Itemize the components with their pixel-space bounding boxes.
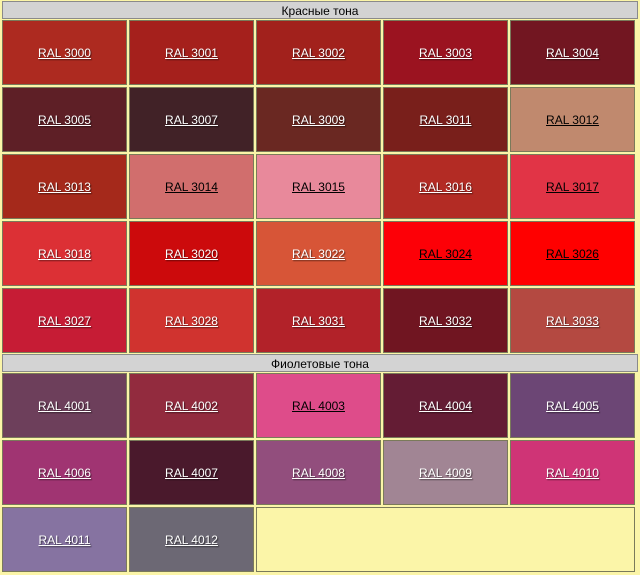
swatch-label: RAL 4011: [38, 532, 91, 547]
swatch-label: RAL 3005: [38, 112, 91, 127]
swatch-ral-3003[interactable]: RAL 3003: [383, 20, 508, 85]
swatch-label: RAL 3009: [292, 112, 345, 127]
swatch-ral-4008[interactable]: RAL 4008: [256, 440, 381, 505]
swatch-label: RAL 4006: [38, 465, 91, 480]
swatch-label: RAL 3016: [419, 179, 472, 194]
swatch-label: RAL 4009: [419, 465, 472, 480]
swatch-label: RAL 3018: [38, 246, 91, 261]
swatch-ral-3012[interactable]: RAL 3012: [510, 87, 635, 152]
swatch-label: RAL 3022: [292, 246, 345, 261]
swatch-label: RAL 3033: [546, 313, 599, 328]
swatch-ral-3009[interactable]: RAL 3009: [256, 87, 381, 152]
swatch-label: RAL 3014: [165, 179, 218, 194]
swatch-ral-4010[interactable]: RAL 4010: [510, 440, 635, 505]
swatch-grid-red: RAL 3000 RAL 3001 RAL 3002 RAL 3003 RAL …: [2, 20, 638, 353]
swatch-label: RAL 3015: [292, 179, 345, 194]
swatch-ral-3017[interactable]: RAL 3017: [510, 154, 635, 219]
swatch-label: RAL 4004: [419, 398, 472, 413]
swatch-label: RAL 4012: [165, 532, 218, 547]
swatch-ral-4004[interactable]: RAL 4004: [383, 373, 508, 438]
swatch-ral-4011[interactable]: RAL 4011: [2, 507, 127, 572]
swatch-label: RAL 3013: [38, 179, 91, 194]
swatch-ral-3018[interactable]: RAL 3018: [2, 221, 127, 286]
swatch-label: RAL 3011: [419, 112, 472, 127]
swatch-ral-4009[interactable]: RAL 4009: [383, 440, 508, 505]
swatch-label: RAL 3032: [419, 313, 472, 328]
swatch-label: RAL 3001: [165, 45, 218, 60]
swatch-ral-4001[interactable]: RAL 4001: [2, 373, 127, 438]
swatch-label: RAL 3024: [419, 246, 472, 261]
swatch-ral-3011[interactable]: RAL 3011: [383, 87, 508, 152]
swatch-ral-3007[interactable]: RAL 3007: [129, 87, 254, 152]
empty-grid-cell: [256, 507, 635, 572]
swatch-ral-3005[interactable]: RAL 3005: [2, 87, 127, 152]
swatch-label: RAL 4001: [38, 398, 91, 413]
swatch-ral-4012[interactable]: RAL 4012: [129, 507, 254, 572]
swatch-ral-3001[interactable]: RAL 3001: [129, 20, 254, 85]
swatch-label: RAL 3026: [546, 246, 599, 261]
swatch-label: RAL 3020: [165, 246, 218, 261]
swatch-ral-3027[interactable]: RAL 3027: [2, 288, 127, 353]
swatch-ral-3004[interactable]: RAL 3004: [510, 20, 635, 85]
swatch-ral-3015[interactable]: RAL 3015: [256, 154, 381, 219]
swatch-ral-3013[interactable]: RAL 3013: [2, 154, 127, 219]
swatch-ral-3014[interactable]: RAL 3014: [129, 154, 254, 219]
swatch-label: RAL 3017: [546, 179, 599, 194]
swatch-ral-4005[interactable]: RAL 4005: [510, 373, 635, 438]
swatch-label: RAL 3007: [165, 112, 218, 127]
swatch-label: RAL 3003: [419, 45, 472, 60]
swatch-label: RAL 4003: [292, 398, 345, 413]
swatch-label: RAL 3000: [38, 45, 91, 60]
swatch-ral-3028[interactable]: RAL 3028: [129, 288, 254, 353]
swatch-grid-violet: RAL 4001 RAL 4002 RAL 4003 RAL 4004 RAL …: [2, 373, 638, 572]
swatch-ral-3016[interactable]: RAL 3016: [383, 154, 508, 219]
swatch-label: RAL 4007: [165, 465, 218, 480]
section-header-red: Красные тона: [2, 1, 638, 19]
swatch-ral-3033[interactable]: RAL 3033: [510, 288, 635, 353]
swatch-ral-3026[interactable]: RAL 3026: [510, 221, 635, 286]
swatch-ral-3002[interactable]: RAL 3002: [256, 20, 381, 85]
swatch-label: RAL 4002: [165, 398, 218, 413]
swatch-label: RAL 3028: [165, 313, 218, 328]
swatch-ral-3000[interactable]: RAL 3000: [2, 20, 127, 85]
swatch-ral-3024[interactable]: RAL 3024: [383, 221, 508, 286]
swatch-label: RAL 3012: [546, 112, 599, 127]
section-header-violet: Фиолетовые тона: [2, 354, 638, 372]
swatch-ral-3031[interactable]: RAL 3031: [256, 288, 381, 353]
swatch-label: RAL 3031: [292, 313, 345, 328]
swatch-label: RAL 4010: [546, 465, 599, 480]
swatch-ral-3020[interactable]: RAL 3020: [129, 221, 254, 286]
color-palette: Красные тона RAL 3000 RAL 3001 RAL 3002 …: [2, 1, 638, 573]
swatch-label: RAL 3027: [38, 313, 91, 328]
swatch-ral-3022[interactable]: RAL 3022: [256, 221, 381, 286]
swatch-ral-4003[interactable]: RAL 4003: [256, 373, 381, 438]
swatch-ral-4007[interactable]: RAL 4007: [129, 440, 254, 505]
swatch-label: RAL 4005: [546, 398, 599, 413]
swatch-ral-4002[interactable]: RAL 4002: [129, 373, 254, 438]
swatch-ral-3032[interactable]: RAL 3032: [383, 288, 508, 353]
swatch-label: RAL 4008: [292, 465, 345, 480]
swatch-label: RAL 3004: [546, 45, 599, 60]
swatch-ral-4006[interactable]: RAL 4006: [2, 440, 127, 505]
swatch-label: RAL 3002: [292, 45, 345, 60]
